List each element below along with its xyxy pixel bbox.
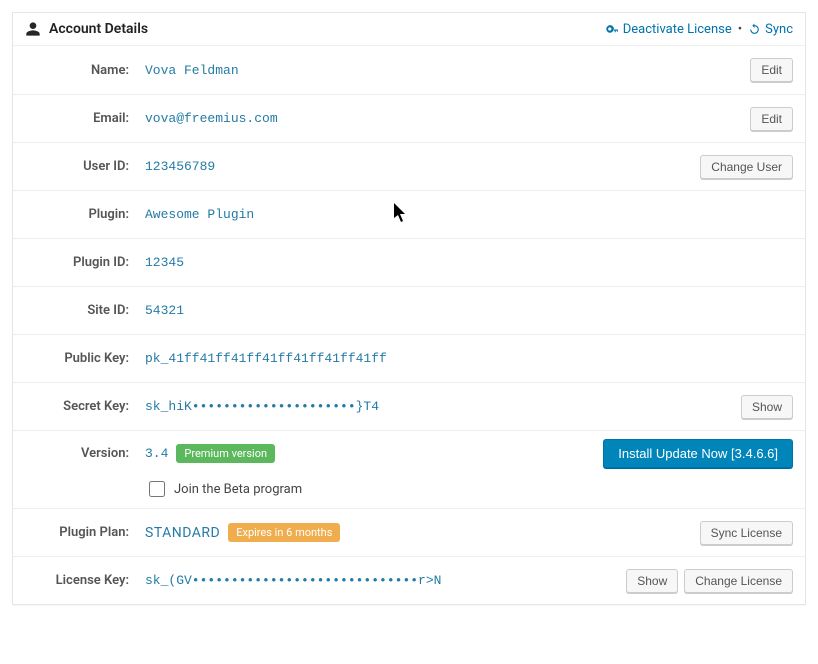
value-user-id: 123456789 xyxy=(145,159,700,174)
row-version: Version: 3.4 Premium version Install Upd… xyxy=(13,430,805,508)
label-email: Email: xyxy=(25,111,145,126)
account-details-panel: Account Details Deactivate License • Syn… xyxy=(12,12,806,605)
row-public-key: Public Key: pk_41ff41ff41ff41ff41ff41ff4… xyxy=(13,334,805,382)
label-license-key: License Key: xyxy=(25,573,145,588)
panel-header: Account Details Deactivate License • Syn… xyxy=(13,13,805,46)
value-name: Vova Feldman xyxy=(145,63,750,78)
sync-icon xyxy=(748,23,761,36)
label-site-id: Site ID: xyxy=(25,303,145,318)
row-name: Name: Vova Feldman Edit xyxy=(13,46,805,94)
header-actions: Deactivate License • Sync xyxy=(606,22,793,37)
value-plugin-id: 12345 xyxy=(145,255,793,270)
label-plugin-id: Plugin ID: xyxy=(25,255,145,270)
row-plugin: Plugin: Awesome Plugin xyxy=(13,190,805,238)
deactivate-license-label: Deactivate License xyxy=(623,22,732,37)
label-version: Version: xyxy=(25,446,145,461)
panel-title: Account Details xyxy=(25,21,148,37)
beta-program-label: Join the Beta program xyxy=(174,482,302,497)
beta-program-row: Join the Beta program xyxy=(145,478,302,500)
value-email: vova@freemius.com xyxy=(145,111,750,126)
row-email: Email: vova@freemius.com Edit xyxy=(13,94,805,142)
row-secret-key: Secret Key: sk_hiK•••••••••••••••••••••}… xyxy=(13,382,805,430)
plan-name: STANDARD xyxy=(145,525,220,541)
label-name: Name: xyxy=(25,63,145,78)
install-update-button[interactable]: Install Update Now [3.4.6.6] xyxy=(603,439,793,468)
value-license-key: sk_(GV•••••••••••••••••••••••••••••r>N xyxy=(145,573,626,588)
row-site-id: Site ID: 54321 xyxy=(13,286,805,334)
change-license-button[interactable]: Change License xyxy=(684,569,793,593)
value-plugin-plan: STANDARD Expires in 6 months xyxy=(145,523,700,542)
panel-title-text: Account Details xyxy=(49,21,148,37)
label-user-id: User ID: xyxy=(25,159,145,174)
expiry-badge: Expires in 6 months xyxy=(228,523,340,542)
row-license-key: License Key: sk_(GV•••••••••••••••••••••… xyxy=(13,556,805,604)
change-user-button[interactable]: Change User xyxy=(700,155,793,179)
sync-link[interactable]: Sync xyxy=(748,22,793,37)
beta-program-checkbox[interactable] xyxy=(149,481,165,497)
label-plugin: Plugin: xyxy=(25,207,145,222)
edit-email-button[interactable]: Edit xyxy=(750,107,793,131)
separator: • xyxy=(738,22,742,37)
edit-name-button[interactable]: Edit xyxy=(750,58,793,82)
label-public-key: Public Key: xyxy=(25,351,145,366)
value-secret-key: sk_hiK•••••••••••••••••••••}T4 xyxy=(145,399,741,414)
key-icon xyxy=(606,23,619,36)
label-plugin-plan: Plugin Plan: xyxy=(25,525,145,540)
label-secret-key: Secret Key: xyxy=(25,399,145,414)
premium-version-badge: Premium version xyxy=(176,444,275,463)
sync-license-button[interactable]: Sync License xyxy=(700,521,793,545)
rows-container: Name: Vova Feldman Edit Email: vova@free… xyxy=(13,46,805,604)
value-site-id: 54321 xyxy=(145,303,793,318)
sync-label: Sync xyxy=(765,22,793,37)
show-secret-key-button[interactable]: Show xyxy=(741,395,793,419)
value-version: 3.4 Premium version xyxy=(145,444,603,463)
value-public-key: pk_41ff41ff41ff41ff41ff41ff41ff xyxy=(145,351,793,366)
value-plugin: Awesome Plugin xyxy=(145,207,793,222)
row-plugin-id: Plugin ID: 12345 xyxy=(13,238,805,286)
row-plugin-plan: Plugin Plan: STANDARD Expires in 6 month… xyxy=(13,508,805,556)
version-number: 3.4 xyxy=(145,446,168,461)
user-icon xyxy=(25,21,41,37)
show-license-key-button[interactable]: Show xyxy=(626,569,678,593)
deactivate-license-link[interactable]: Deactivate License xyxy=(606,22,732,37)
row-user-id: User ID: 123456789 Change User xyxy=(13,142,805,190)
